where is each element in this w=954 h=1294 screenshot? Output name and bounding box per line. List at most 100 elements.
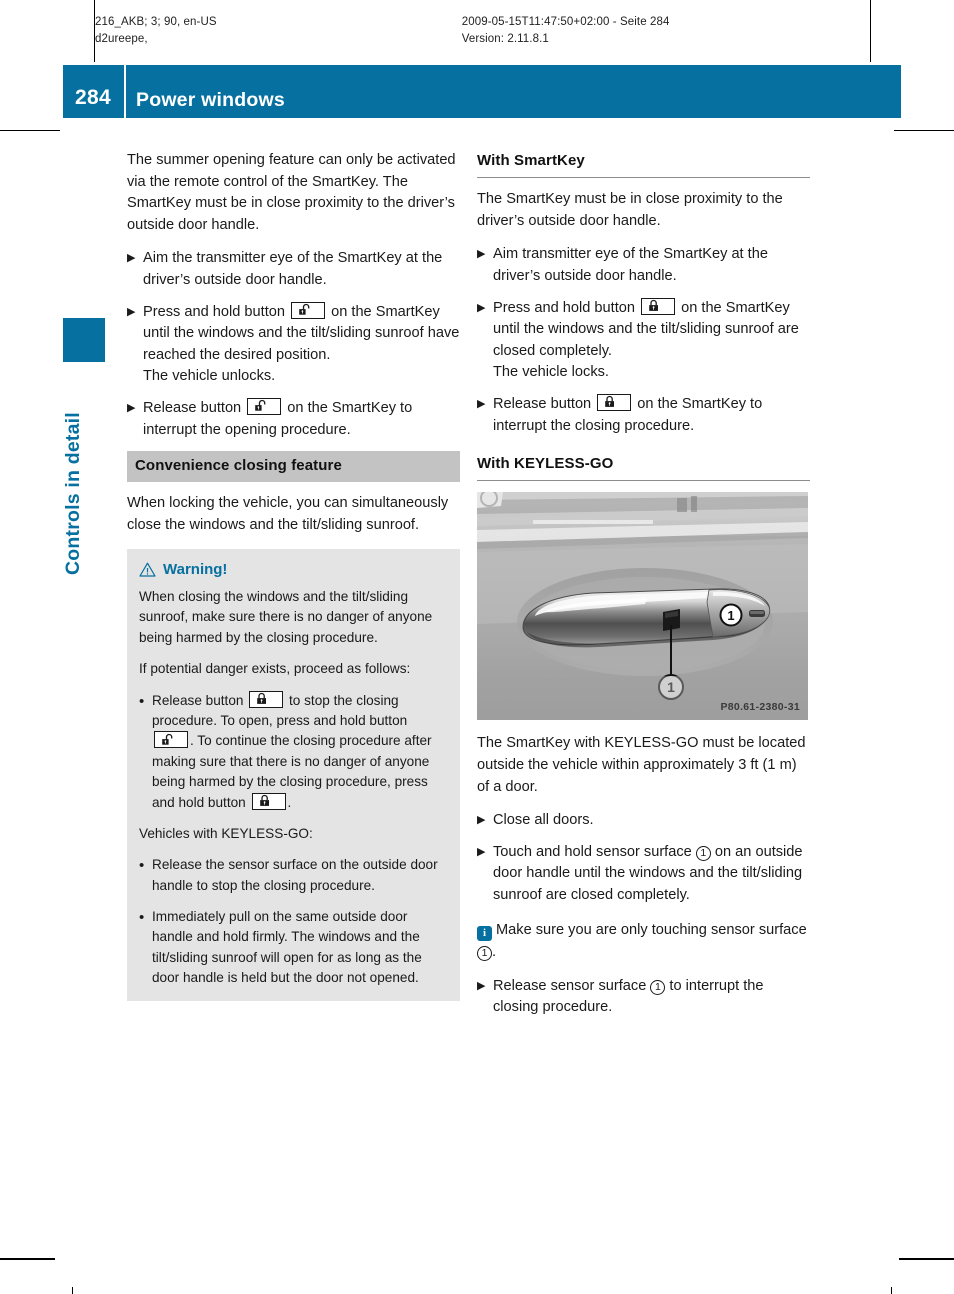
right-column: With SmartKey The SmartKey must be in cl… — [477, 150, 810, 1029]
warning-bullet-text: Release the sensor surface on the outsid… — [152, 857, 438, 893]
print-meta-left: 216_AKB; 3; 90, en-US d2ureepe, — [95, 14, 462, 47]
note-text-part: Make sure you are only touching sensor s… — [496, 922, 807, 939]
lock-padlock-icon — [249, 690, 284, 708]
triangle-bullet-icon: ▶ — [127, 305, 136, 318]
list-item: • Release the sensor surface on the outs… — [139, 855, 448, 896]
step-text-part: The vehicle unlocks. — [143, 368, 276, 385]
door-handle-figure: 1 1 P80.61-2380-31 — [477, 492, 808, 721]
crop-mark-left-bottom — [72, 1287, 73, 1294]
callout-number-icon: 1 — [477, 946, 492, 962]
page-title: Power windows — [136, 89, 285, 111]
note-item: i Make sure you are only touching sensor … — [477, 920, 810, 963]
list-item: ▶ Aim the transmitter eye of the SmartKe… — [127, 248, 460, 291]
step-text: Aim the transmitter eye of the SmartKey … — [143, 250, 443, 288]
chapter-tab-marker — [63, 318, 105, 362]
page-number: 284 — [75, 86, 111, 109]
triangle-bullet-icon: ▶ — [477, 248, 486, 261]
crop-mark-right-bottom — [891, 1287, 892, 1294]
warning-bullet-text: Immediately pull on the same outside doo… — [152, 909, 422, 986]
bullet-text-part: . — [287, 794, 292, 810]
step-text-part: The vehicle locks. — [493, 364, 609, 381]
callout-number-icon: 1 — [650, 979, 666, 995]
list-item: ▶ Release button on the SmartKey to inte… — [127, 397, 460, 441]
step-text-part: Press and hold button — [143, 303, 290, 320]
crop-mark-bottom-left — [0, 1258, 55, 1260]
step-text-part: Press and hold button — [493, 299, 640, 316]
warning-box: Warning! When closing the windows and th… — [127, 548, 460, 1001]
step-text-part: Touch and hold sensor surface — [493, 843, 696, 860]
list-item: ▶ Release button on the SmartKey to inte… — [477, 393, 810, 437]
crop-mark-top-right — [894, 130, 954, 131]
print-meta-version: Version: 2.11.8.1 — [461, 32, 549, 45]
list-item: ▶ Close all doors. — [477, 810, 810, 832]
section-intro-paragraph: When locking the vehicle, you can simult… — [127, 495, 449, 533]
crop-mark-right-top — [870, 0, 871, 62]
dot-bullet-icon: • — [139, 857, 145, 875]
step-text: Aim transmitter eye of the SmartKey at t… — [493, 246, 768, 284]
step-text: Release sensor surface 1 to interrupt th… — [493, 976, 810, 1019]
list-item: ▶ Aim transmitter eye of the SmartKey at… — [477, 244, 810, 287]
triangle-bullet-icon: ▶ — [477, 814, 486, 827]
unlock-padlock-icon — [247, 397, 282, 415]
lock-padlock-icon — [251, 792, 286, 810]
warning-lead-in: If potential danger exists, proceed as f… — [139, 661, 411, 677]
triangle-bullet-icon: ▶ — [477, 301, 486, 314]
print-meta-header: 216_AKB; 3; 90, en-US d2ureepe, 2009-05-… — [95, 14, 859, 47]
lock-padlock-icon — [597, 393, 632, 411]
list-item: ▶ Press and hold button on the SmartKey … — [127, 301, 460, 388]
keyless-lead-in: Vehicles with KEYLESS-GO: — [139, 825, 313, 841]
warning-title-text: Warning! — [163, 560, 228, 578]
step-text-part: Release button — [493, 395, 596, 412]
crop-mark-top-left — [0, 130, 60, 131]
list-item: ▶ Release sensor surface 1 to interrupt … — [477, 976, 810, 1019]
print-meta-timestamp: 2009-05-15T11:47:50+02:00 - Seite 284 — [461, 16, 670, 28]
crop-mark-bottom-right — [899, 1258, 954, 1260]
list-item: ▶ Press and hold button on the SmartKey … — [477, 297, 810, 384]
triangle-bullet-icon: ▶ — [477, 979, 486, 992]
header-divider — [124, 65, 126, 118]
callout-number-icon: 1 — [695, 845, 711, 861]
dot-bullet-icon: • — [139, 692, 145, 710]
figure-code: P80.61-2380-31 — [720, 700, 800, 713]
warning-triangle-icon — [139, 562, 156, 577]
bullet-text-part: . To continue the closing procedure afte… — [152, 733, 432, 810]
step-text: Touch and hold sensor surface 1 on an ou… — [493, 842, 810, 907]
step-text: Press and hold button on the SmartKey un… — [493, 297, 810, 384]
bullet-text-part: Release button — [152, 692, 248, 708]
left-column: The summer opening feature can only be a… — [127, 150, 460, 1001]
list-item: ▶ Touch and hold sensor surface 1 on an … — [477, 842, 810, 907]
list-item: • Immediately pull on the same outside d… — [139, 907, 448, 989]
note-text-part: . — [492, 944, 497, 961]
step-text: Press and hold button on the SmartKey un… — [143, 301, 460, 388]
step-text: Release button on the SmartKey to interr… — [143, 397, 460, 441]
keylessgo-intro-paragraph: The SmartKey with KEYLESS-GO must be loc… — [477, 735, 806, 795]
triangle-bullet-icon: ▶ — [477, 397, 486, 410]
subsection-heading-keylessgo: With KEYLESS-GO — [477, 453, 810, 482]
unlock-padlock-icon — [154, 731, 188, 749]
unlock-padlock-icon — [291, 301, 326, 319]
left-intro-paragraph: The summer opening feature can only be a… — [127, 152, 456, 233]
smartkey-intro-paragraph: The SmartKey must be in close proximity … — [477, 191, 783, 229]
door-handle-illustration: 1 1 — [477, 492, 808, 721]
chapter-tab-label: Controls in detail — [62, 412, 84, 575]
step-text-part: Release button — [143, 399, 246, 416]
svg-text:1: 1 — [727, 608, 734, 623]
warning-body: When closing the windows and the tilt/sl… — [139, 589, 433, 645]
dot-bullet-icon: • — [139, 909, 145, 927]
section-heading: Convenience closing feature — [127, 451, 460, 483]
step-text: Close all doors. — [493, 812, 594, 829]
subsection-heading-smartkey: With SmartKey — [477, 150, 810, 179]
print-meta-doc-id: 216_AKB; 3; 90, en-US — [95, 16, 217, 28]
warning-title-row: Warning! — [139, 559, 448, 582]
warning-bullet-text: Release button to stop the closing proce… — [152, 690, 448, 813]
print-meta-right: 2009-05-15T11:47:50+02:00 - Seite 284 Ve… — [462, 14, 859, 47]
step-text-part: Release sensor surface — [493, 977, 651, 994]
print-meta-user: d2ureepe, — [95, 32, 148, 45]
lock-padlock-icon — [641, 297, 676, 315]
info-icon: i — [477, 926, 492, 942]
triangle-bullet-icon: ▶ — [477, 845, 486, 858]
triangle-bullet-icon: ▶ — [127, 401, 136, 414]
triangle-bullet-icon: ▶ — [127, 252, 136, 265]
list-item: • Release button to stop the closing pro… — [139, 690, 448, 813]
step-text: Release button on the SmartKey to interr… — [493, 393, 810, 437]
